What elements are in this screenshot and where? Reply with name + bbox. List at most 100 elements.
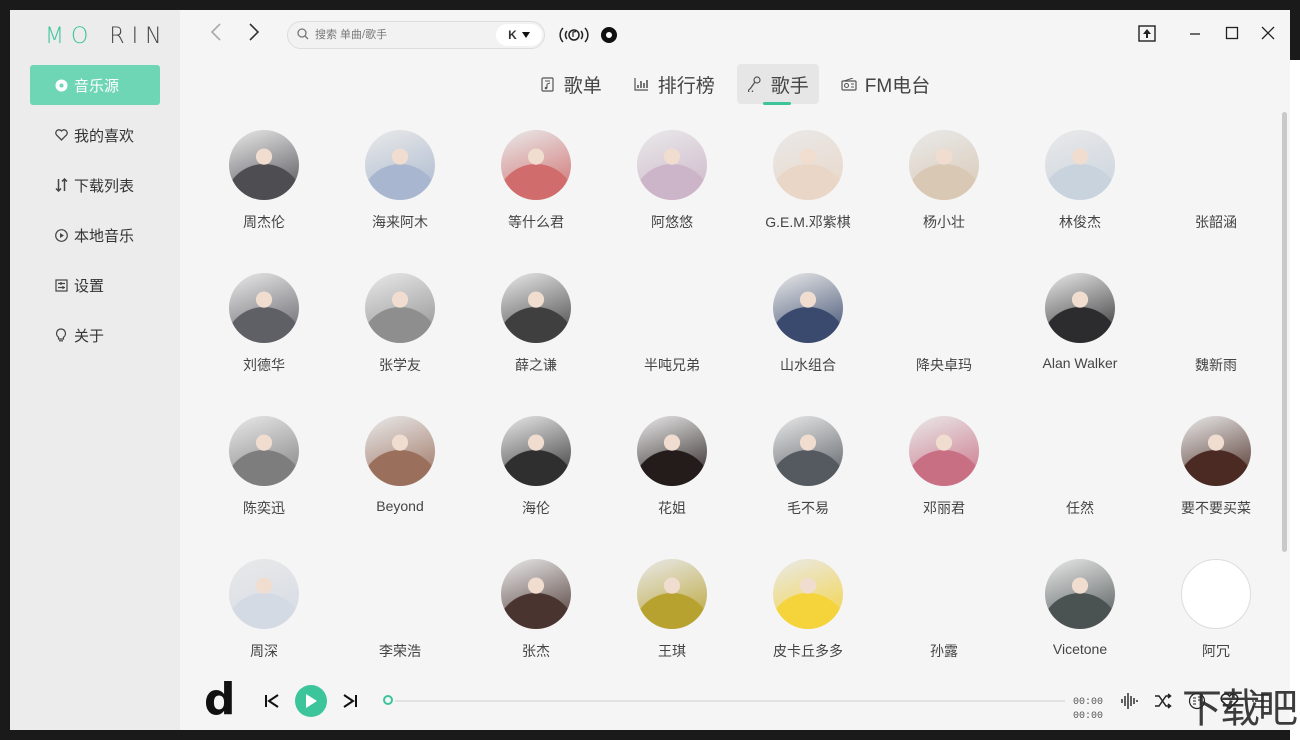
singer-avatar[interactable] [229, 273, 299, 343]
singer-avatar[interactable] [501, 273, 571, 343]
singer-avatar[interactable] [365, 559, 435, 629]
singer-avatar[interactable] [365, 130, 435, 200]
search-input[interactable] [315, 26, 485, 44]
music-source-select[interactable]: K [496, 24, 542, 46]
singer-item[interactable]: 毛不易 [740, 416, 876, 536]
singer-item[interactable]: 杨小壮 [876, 130, 1012, 250]
singer-item[interactable]: Beyond [332, 416, 468, 536]
singer-item[interactable]: 等什么君 [468, 130, 604, 250]
progress-bar[interactable] [395, 700, 1065, 702]
singer-avatar[interactable] [229, 559, 299, 629]
singer-item[interactable]: 海伦 [468, 416, 604, 536]
singer-item[interactable]: 陈奕迅 [196, 416, 332, 536]
singer-avatar[interactable] [1045, 559, 1115, 629]
equalizer-button[interactable] [1118, 690, 1140, 712]
singer-item[interactable]: 张韶涵 [1148, 130, 1284, 250]
singer-avatar[interactable] [637, 416, 707, 486]
broadcast-music-icon[interactable] [558, 25, 590, 45]
singer-item[interactable]: Alan Walker [1012, 273, 1148, 393]
singer-avatar[interactable] [1045, 130, 1115, 200]
vinyl-disc-icon[interactable] [601, 27, 617, 43]
singer-item[interactable]: 花姐 [604, 416, 740, 536]
singer-avatar[interactable] [909, 130, 979, 200]
singer-avatar[interactable] [501, 416, 571, 486]
singer-item[interactable]: 阿冗 [1148, 559, 1284, 679]
tab-playlists[interactable]: 歌单 [530, 64, 612, 104]
singer-avatar[interactable] [1181, 273, 1251, 343]
singer-item[interactable]: 要不要买菜 [1148, 416, 1284, 536]
scrollbar[interactable] [1282, 112, 1287, 552]
singer-item[interactable]: 阿悠悠 [604, 130, 740, 250]
maximize-button[interactable] [1221, 22, 1243, 44]
singer-name: 孙露 [930, 643, 958, 659]
singer-avatar[interactable] [1045, 416, 1115, 486]
singer-avatar[interactable] [773, 559, 843, 629]
close-button[interactable] [1257, 22, 1279, 44]
singer-avatar[interactable] [637, 130, 707, 200]
sidebar-item-label: 下载列表 [74, 177, 135, 195]
play-button[interactable] [295, 685, 327, 717]
singer-avatar[interactable] [1181, 559, 1251, 629]
singer-avatar[interactable] [773, 273, 843, 343]
singer-item[interactable]: 张学友 [332, 273, 468, 393]
singer-name: 魏新雨 [1195, 357, 1237, 373]
singer-avatar[interactable] [365, 273, 435, 343]
sidebar-item-music-source[interactable]: 音乐源 [30, 65, 160, 105]
singer-item[interactable]: 周深 [196, 559, 332, 679]
tab-singers[interactable]: 歌手 [736, 64, 819, 105]
singer-item[interactable]: 魏新雨 [1148, 273, 1284, 393]
previous-track-button[interactable] [262, 690, 282, 712]
singer-avatar[interactable] [501, 130, 571, 200]
tab-label: 歌单 [563, 75, 602, 97]
singer-avatar[interactable] [1045, 273, 1115, 343]
back-button[interactable] [206, 22, 226, 46]
singer-avatar[interactable] [501, 559, 571, 629]
sidebar-item-settings[interactable]: 设置 [30, 265, 160, 305]
singer-item[interactable]: 孙露 [876, 559, 1012, 679]
singer-item[interactable]: 山水组合 [740, 273, 876, 393]
sidebar-item-about[interactable]: 关于 [30, 315, 160, 355]
singer-item[interactable]: 刘德华 [196, 273, 332, 393]
mini-mode-button[interactable] [1136, 22, 1158, 44]
singer-avatar[interactable] [1181, 130, 1251, 200]
radio-icon [841, 76, 857, 92]
tab-fm-radio[interactable]: FM电台 [831, 64, 940, 104]
sidebar-item-local-music[interactable]: 本地音乐 [30, 215, 160, 255]
logo-part-mo: MO [45, 24, 96, 49]
minimize-button[interactable] [1184, 22, 1206, 44]
singer-avatar[interactable] [637, 559, 707, 629]
singer-item[interactable]: G.E.M.邓紫棋 [740, 130, 876, 250]
singer-item[interactable]: 半吨兄弟 [604, 273, 740, 393]
singer-item[interactable]: 海来阿木 [332, 130, 468, 250]
sidebar: MO RIN 音乐源 我的喜欢 下载列表 本地音乐 设置 关于 [10, 10, 180, 730]
singer-item[interactable]: 任然 [1012, 416, 1148, 536]
shuffle-button[interactable] [1152, 690, 1174, 712]
singer-item[interactable]: 周杰伦 [196, 130, 332, 250]
singer-avatar[interactable] [909, 416, 979, 486]
singer-avatar[interactable] [637, 273, 707, 343]
singer-avatar[interactable] [365, 416, 435, 486]
singer-avatar[interactable] [229, 416, 299, 486]
forward-button[interactable] [244, 22, 264, 46]
singer-item[interactable]: 薛之谦 [468, 273, 604, 393]
singer-avatar[interactable] [773, 130, 843, 200]
singer-item[interactable]: 李荣浩 [332, 559, 468, 679]
singer-avatar[interactable] [909, 273, 979, 343]
sidebar-item-favorites[interactable]: 我的喜欢 [30, 115, 160, 155]
singer-item[interactable]: 林俊杰 [1012, 130, 1148, 250]
tab-charts[interactable]: 排行榜 [624, 64, 725, 104]
singer-item[interactable]: Vicetone [1012, 559, 1148, 679]
singer-item[interactable]: 降央卓玛 [876, 273, 1012, 393]
progress-handle[interactable] [383, 695, 393, 705]
singer-item[interactable]: 邓丽君 [876, 416, 1012, 536]
singer-item[interactable]: 王琪 [604, 559, 740, 679]
sidebar-item-downloads[interactable]: 下载列表 [30, 165, 160, 205]
next-track-button[interactable] [340, 690, 360, 712]
tab-label: 歌手 [770, 75, 809, 97]
singer-item[interactable]: 张杰 [468, 559, 604, 679]
singer-item[interactable]: 皮卡丘多多 [740, 559, 876, 679]
singer-avatar[interactable] [1181, 416, 1251, 486]
singer-avatar[interactable] [773, 416, 843, 486]
singer-avatar[interactable] [229, 130, 299, 200]
singer-avatar[interactable] [909, 559, 979, 629]
